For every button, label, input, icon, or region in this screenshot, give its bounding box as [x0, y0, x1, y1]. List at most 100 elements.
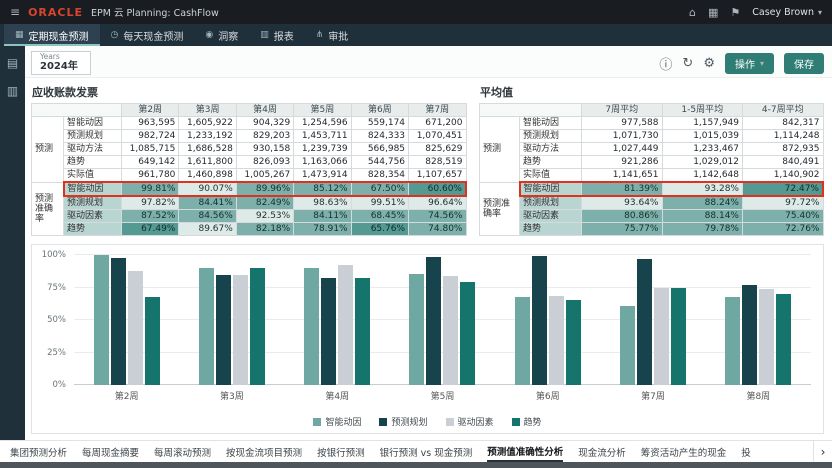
cell[interactable]: 1,473,914 [294, 169, 351, 183]
nav-tab-报表[interactable]: ▥报表 [249, 24, 305, 46]
cell[interactable]: 872,935 [743, 143, 824, 156]
home-icon[interactable]: ⌂ [689, 6, 696, 19]
bar-智能动因[interactable] [94, 255, 109, 385]
bar-趋势[interactable] [671, 288, 686, 385]
cell[interactable]: 1,254,596 [294, 117, 351, 130]
bottom-tab-按银行预测[interactable]: 按银行预测 [317, 443, 365, 461]
pov-years-selector[interactable]: Years 2024年 [31, 51, 91, 75]
cell[interactable]: 842,317 [743, 117, 824, 130]
bar-驱动因素[interactable] [338, 265, 353, 385]
bar-驱动因素[interactable] [443, 276, 458, 385]
cell[interactable]: 1,233,192 [179, 130, 236, 143]
cell[interactable]: 98.63% [294, 196, 351, 210]
cell[interactable]: 84.11% [294, 210, 351, 223]
dashboard-icon[interactable]: ▥ [7, 84, 18, 98]
bar-驱动因素[interactable] [759, 289, 774, 385]
cell[interactable]: 81.39% [582, 182, 663, 196]
gear-icon[interactable]: ⚙ [703, 56, 715, 71]
cell[interactable]: 840,491 [743, 156, 824, 169]
refresh-icon[interactable]: ↻ [682, 56, 693, 71]
bar-趋势[interactable] [460, 282, 475, 385]
cell[interactable]: 828,519 [409, 156, 466, 169]
user-menu[interactable]: Casey Brown ▾ [752, 7, 822, 18]
cell[interactable]: 60.60% [409, 182, 466, 196]
nav-tab-定期现金预测[interactable]: ▦定期现金预测 [4, 24, 100, 46]
actions-button[interactable]: 操作 ▾ [725, 53, 774, 74]
cell[interactable]: 93.64% [582, 196, 663, 210]
cell[interactable]: 1,142,648 [662, 169, 743, 183]
bottom-tab-筹资活动产生的现金[interactable]: 筹资活动产生的现金 [641, 443, 727, 461]
cell[interactable]: 92.53% [236, 210, 293, 223]
bar-趋势[interactable] [355, 278, 370, 385]
cell[interactable]: 1,027,449 [582, 143, 663, 156]
bar-驱动因素[interactable] [233, 275, 248, 385]
cell[interactable]: 67.49% [122, 223, 179, 236]
cell[interactable]: 982,724 [122, 130, 179, 143]
bar-预测规划[interactable] [637, 259, 652, 385]
bar-预测规划[interactable] [216, 275, 231, 385]
cell[interactable]: 80.86% [582, 210, 663, 223]
bar-趋势[interactable] [145, 297, 160, 385]
bar-驱动因素[interactable] [549, 296, 564, 385]
bar-趋势[interactable] [776, 294, 791, 385]
cell[interactable]: 904,329 [236, 117, 293, 130]
bottom-tab-预测值准确性分析[interactable]: 预测值准确性分析 [487, 442, 563, 462]
cell[interactable]: 74.56% [409, 210, 466, 223]
cell[interactable]: 84.41% [179, 196, 236, 210]
cell[interactable]: 977,588 [582, 117, 663, 130]
cell[interactable]: 75.40% [743, 210, 824, 223]
bottom-tab-每周现金摘要[interactable]: 每周现金摘要 [82, 443, 139, 461]
cell[interactable]: 72.76% [743, 223, 824, 236]
cell[interactable]: 68.45% [351, 210, 408, 223]
cell[interactable]: 1,605,922 [179, 117, 236, 130]
cell[interactable]: 1,233,467 [662, 143, 743, 156]
bar-智能动因[interactable] [725, 297, 740, 385]
bar-趋势[interactable] [566, 300, 581, 385]
bottom-tab-集团预测分析[interactable]: 集团预测分析 [10, 443, 67, 461]
nav-tab-审批[interactable]: ⋔审批 [305, 24, 360, 46]
bottom-tab-现金流分析[interactable]: 现金流分析 [578, 443, 626, 461]
cell[interactable]: 82.18% [236, 223, 293, 236]
cell[interactable]: 1,163,066 [294, 156, 351, 169]
cell[interactable]: 1,453,711 [294, 130, 351, 143]
cell[interactable]: 1,141,651 [582, 169, 663, 183]
cell[interactable]: 1,140,902 [743, 169, 824, 183]
announcements-icon[interactable]: ⚑ [730, 6, 740, 19]
navigator-icon[interactable]: ≡ [10, 5, 20, 19]
bar-预测规划[interactable] [532, 256, 547, 385]
bar-智能动因[interactable] [515, 297, 530, 385]
console-icon[interactable]: ▤ [7, 56, 18, 70]
cell[interactable]: 65.76% [351, 223, 408, 236]
bar-预测规划[interactable] [321, 278, 336, 385]
cell[interactable]: 74.80% [409, 223, 466, 236]
chevron-right-icon[interactable]: › [813, 441, 832, 462]
cell[interactable]: 72.47% [743, 182, 824, 196]
grid-icon[interactable]: ▦ [708, 6, 718, 19]
cell[interactable]: 921,286 [582, 156, 663, 169]
cell[interactable]: 93.28% [662, 182, 743, 196]
cell[interactable]: 87.52% [122, 210, 179, 223]
bar-驱动因素[interactable] [654, 288, 669, 385]
cell[interactable]: 826,093 [236, 156, 293, 169]
cell[interactable]: 88.24% [662, 196, 743, 210]
cell[interactable]: 1,015,039 [662, 130, 743, 143]
cell[interactable]: 1,157,949 [662, 117, 743, 130]
cell[interactable]: 90.07% [179, 182, 236, 196]
cell[interactable]: 67.50% [351, 182, 408, 196]
cell[interactable]: 566,985 [351, 143, 408, 156]
cell[interactable]: 963,595 [122, 117, 179, 130]
bottom-tab-每周滚动预测[interactable]: 每周滚动预测 [154, 443, 211, 461]
nav-tab-洞察[interactable]: ◉洞察 [194, 24, 249, 46]
bar-预测规划[interactable] [742, 285, 757, 385]
bottom-tab-投[interactable]: 投 [741, 443, 751, 461]
cell[interactable]: 97.82% [122, 196, 179, 210]
cell[interactable]: 1,686,528 [179, 143, 236, 156]
info-icon[interactable]: ⓘ [659, 54, 672, 73]
cell[interactable]: 1,107,657 [409, 169, 466, 183]
nav-tab-每天现金预测[interactable]: ◷每天现金预测 [100, 24, 195, 46]
cell[interactable]: 85.12% [294, 182, 351, 196]
cell[interactable]: 99.81% [122, 182, 179, 196]
bar-驱动因素[interactable] [128, 271, 143, 385]
bar-智能动因[interactable] [199, 268, 214, 385]
cell[interactable]: 1,114,248 [743, 130, 824, 143]
